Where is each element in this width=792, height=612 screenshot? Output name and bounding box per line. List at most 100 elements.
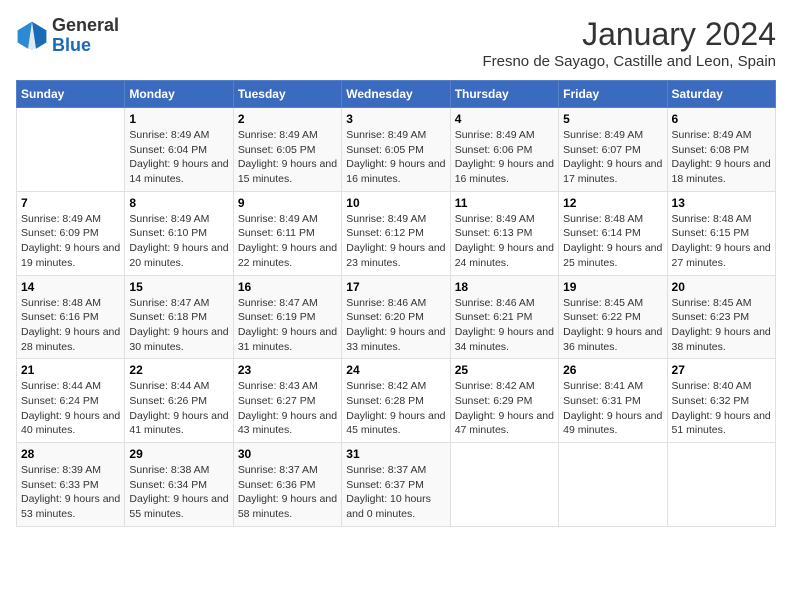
calendar-cell: 18 Sunrise: 8:46 AMSunset: 6:21 PMDayligh…: [450, 275, 558, 359]
weekday-header: Sunday: [17, 81, 125, 108]
logo-blue-text: Blue: [52, 36, 119, 56]
day-info: Sunrise: 8:49 AMSunset: 6:07 PMDaylight:…: [563, 128, 662, 187]
day-info: Sunrise: 8:49 AMSunset: 6:04 PMDaylight:…: [129, 128, 228, 187]
day-number: 10: [346, 196, 445, 210]
calendar-cell: 17Sunrise: 8:46 AMSunset: 6:20 PMDayligh…: [342, 275, 450, 359]
day-info: Sunrise: 8:49 AMSunset: 6:05 PMDaylight:…: [346, 128, 445, 187]
weekday-header: Saturday: [667, 81, 775, 108]
title-block: January 2024 Fresno de Sayago, Castille …: [482, 16, 776, 70]
calendar-cell: 14Sunrise: 8:48 AMSunset: 6:16 PMDayligh…: [17, 275, 125, 359]
calendar-cell: 4 Sunrise: 8:49 AMSunset: 6:06 PMDaylight…: [450, 108, 558, 192]
day-number: 26: [563, 363, 662, 377]
day-info: Sunrise: 8:49 AMSunset: 6:12 PMDaylight:…: [346, 212, 445, 271]
calendar-cell: 23Sunrise: 8:43 AMSunset: 6:27 PMDayligh…: [233, 359, 341, 443]
calendar-cell: 29 Sunrise: 8:38 AMSunset: 6:34 PMDayligh…: [125, 443, 233, 527]
day-info: Sunrise: 8:42 AMSunset: 6:29 PMDaylight:…: [455, 379, 554, 438]
day-info: Sunrise: 8:46 AMSunset: 6:20 PMDaylight:…: [346, 296, 445, 355]
weekday-header: Friday: [559, 81, 667, 108]
day-number: 22: [129, 363, 228, 377]
day-number: 20: [672, 280, 771, 294]
calendar-cell: 1 Sunrise: 8:49 AMSunset: 6:04 PMDaylight…: [125, 108, 233, 192]
day-info: Sunrise: 8:49 AMSunset: 6:08 PMDaylight:…: [672, 128, 771, 187]
day-info: Sunrise: 8:43 AMSunset: 6:27 PMDaylight:…: [238, 379, 337, 438]
day-info: Sunrise: 8:38 AMSunset: 6:34 PMDaylight:…: [129, 463, 228, 522]
day-number: 7: [21, 196, 120, 210]
calendar-cell: 13Sunrise: 8:48 AMSunset: 6:15 PMDayligh…: [667, 191, 775, 275]
day-number: 16: [238, 280, 337, 294]
calendar-header-row: SundayMondayTuesdayWednesdayThursdayFrid…: [17, 81, 776, 108]
day-number: 29: [129, 447, 228, 461]
calendar-cell: 22 Sunrise: 8:44 AMSunset: 6:26 PMDayligh…: [125, 359, 233, 443]
calendar-cell: 28 Sunrise: 8:39 AMSunset: 6:33 PMDayligh…: [17, 443, 125, 527]
main-title: January 2024: [482, 16, 776, 53]
day-info: Sunrise: 8:37 AMSunset: 6:37 PMDaylight:…: [346, 463, 445, 522]
calendar-week-row: 7 Sunrise: 8:49 AMSunset: 6:09 PMDaylight…: [17, 191, 776, 275]
calendar-week-row: 28 Sunrise: 8:39 AMSunset: 6:33 PMDayligh…: [17, 443, 776, 527]
day-number: 18: [455, 280, 554, 294]
calendar-cell: [559, 443, 667, 527]
calendar-cell: 24Sunrise: 8:42 AMSunset: 6:28 PMDayligh…: [342, 359, 450, 443]
day-number: 2: [238, 112, 337, 126]
day-number: 21: [21, 363, 120, 377]
calendar-cell: [17, 108, 125, 192]
calendar-week-row: 21 Sunrise: 8:44 AMSunset: 6:24 PMDayligh…: [17, 359, 776, 443]
day-info: Sunrise: 8:49 AMSunset: 6:05 PMDaylight:…: [238, 128, 337, 187]
calendar-cell: 27Sunrise: 8:40 AMSunset: 6:32 PMDayligh…: [667, 359, 775, 443]
calendar-cell: 30Sunrise: 8:37 AMSunset: 6:36 PMDayligh…: [233, 443, 341, 527]
logo-general-text: General: [52, 16, 119, 36]
weekday-header: Wednesday: [342, 81, 450, 108]
calendar-week-row: 14Sunrise: 8:48 AMSunset: 6:16 PMDayligh…: [17, 275, 776, 359]
calendar-cell: 12 Sunrise: 8:48 AMSunset: 6:14 PMDayligh…: [559, 191, 667, 275]
day-info: Sunrise: 8:44 AMSunset: 6:26 PMDaylight:…: [129, 379, 228, 438]
day-number: 15: [129, 280, 228, 294]
calendar-cell: 15Sunrise: 8:47 AMSunset: 6:18 PMDayligh…: [125, 275, 233, 359]
day-info: Sunrise: 8:49 AMSunset: 6:06 PMDaylight:…: [455, 128, 554, 187]
day-info: Sunrise: 8:48 AMSunset: 6:16 PMDaylight:…: [21, 296, 120, 355]
calendar-cell: 25 Sunrise: 8:42 AMSunset: 6:29 PMDayligh…: [450, 359, 558, 443]
calendar-cell: 9 Sunrise: 8:49 AMSunset: 6:11 PMDaylight…: [233, 191, 341, 275]
calendar-cell: 2 Sunrise: 8:49 AMSunset: 6:05 PMDaylight…: [233, 108, 341, 192]
day-info: Sunrise: 8:41 AMSunset: 6:31 PMDaylight:…: [563, 379, 662, 438]
calendar-cell: 8Sunrise: 8:49 AMSunset: 6:10 PMDaylight…: [125, 191, 233, 275]
day-number: 28: [21, 447, 120, 461]
calendar-cell: 21 Sunrise: 8:44 AMSunset: 6:24 PMDayligh…: [17, 359, 125, 443]
calendar-cell: 31 Sunrise: 8:37 AMSunset: 6:37 PMDayligh…: [342, 443, 450, 527]
calendar-cell: 5Sunrise: 8:49 AMSunset: 6:07 PMDaylight…: [559, 108, 667, 192]
weekday-header: Thursday: [450, 81, 558, 108]
calendar-cell: [667, 443, 775, 527]
calendar-cell: [450, 443, 558, 527]
logo-icon: [16, 20, 48, 52]
day-number: 25: [455, 363, 554, 377]
calendar-cell: 11Sunrise: 8:49 AMSunset: 6:13 PMDayligh…: [450, 191, 558, 275]
day-info: Sunrise: 8:48 AMSunset: 6:15 PMDaylight:…: [672, 212, 771, 271]
calendar-cell: 6 Sunrise: 8:49 AMSunset: 6:08 PMDaylight…: [667, 108, 775, 192]
calendar-cell: 7 Sunrise: 8:49 AMSunset: 6:09 PMDaylight…: [17, 191, 125, 275]
day-number: 11: [455, 196, 554, 210]
calendar-cell: 16 Sunrise: 8:47 AMSunset: 6:19 PMDayligh…: [233, 275, 341, 359]
day-info: Sunrise: 8:48 AMSunset: 6:14 PMDaylight:…: [563, 212, 662, 271]
day-info: Sunrise: 8:47 AMSunset: 6:19 PMDaylight:…: [238, 296, 337, 355]
calendar-table: SundayMondayTuesdayWednesdayThursdayFrid…: [16, 80, 776, 527]
day-info: Sunrise: 8:45 AMSunset: 6:23 PMDaylight:…: [672, 296, 771, 355]
calendar-cell: 19Sunrise: 8:45 AMSunset: 6:22 PMDayligh…: [559, 275, 667, 359]
day-info: Sunrise: 8:39 AMSunset: 6:33 PMDaylight:…: [21, 463, 120, 522]
day-info: Sunrise: 8:49 AMSunset: 6:09 PMDaylight:…: [21, 212, 120, 271]
day-info: Sunrise: 8:37 AMSunset: 6:36 PMDaylight:…: [238, 463, 337, 522]
calendar-week-row: 1 Sunrise: 8:49 AMSunset: 6:04 PMDaylight…: [17, 108, 776, 192]
day-number: 19: [563, 280, 662, 294]
day-number: 6: [672, 112, 771, 126]
day-info: Sunrise: 8:42 AMSunset: 6:28 PMDaylight:…: [346, 379, 445, 438]
calendar-cell: 20 Sunrise: 8:45 AMSunset: 6:23 PMDayligh…: [667, 275, 775, 359]
day-number: 31: [346, 447, 445, 461]
day-info: Sunrise: 8:49 AMSunset: 6:10 PMDaylight:…: [129, 212, 228, 271]
logo: General Blue: [16, 16, 119, 56]
day-number: 1: [129, 112, 228, 126]
day-info: Sunrise: 8:44 AMSunset: 6:24 PMDaylight:…: [21, 379, 120, 438]
day-number: 9: [238, 196, 337, 210]
day-number: 12: [563, 196, 662, 210]
subtitle: Fresno de Sayago, Castille and Leon, Spa…: [482, 53, 776, 70]
day-number: 4: [455, 112, 554, 126]
day-info: Sunrise: 8:46 AMSunset: 6:21 PMDaylight:…: [455, 296, 554, 355]
day-info: Sunrise: 8:49 AMSunset: 6:11 PMDaylight:…: [238, 212, 337, 271]
day-number: 27: [672, 363, 771, 377]
